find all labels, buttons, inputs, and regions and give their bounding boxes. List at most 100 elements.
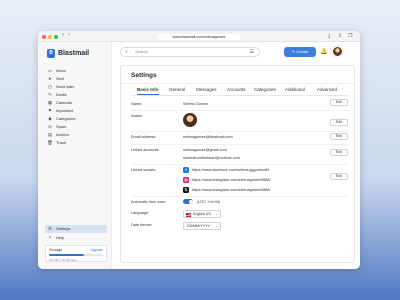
tab-general[interactable]: General <box>169 86 185 94</box>
social-link[interactable]: https://www.facebook.com/selena.gggomez8… <box>192 168 269 172</box>
back-arrow-icon[interactable]: ‹ <box>62 32 64 38</box>
gear-icon: ⚙ <box>47 226 53 231</box>
divider <box>131 131 349 132</box>
instagram-icon: ◎ <box>183 177 189 183</box>
sidebar-item-label: Categories <box>56 116 76 121</box>
archive-icon: ▤ <box>47 132 53 137</box>
sidebar-item-trash[interactable]: 🗑 Trash <box>47 139 107 147</box>
timezone-label: Automatic time zone: <box>131 200 167 204</box>
sidebar-item-calendar[interactable]: ▦ Calendar <box>47 99 107 107</box>
app-window: ‹ › www.blastmail.com/selenagomez ⤓ ⇪ ❐ … <box>38 31 360 269</box>
language-value: English US <box>193 212 211 216</box>
sidebar-item-inbox[interactable]: ▭ Inbox <box>47 67 107 75</box>
divider <box>121 83 354 84</box>
email-value: selenagomez@blastmail.com <box>183 135 233 139</box>
spam-icon: ⊘ <box>48 124 52 129</box>
create-button-label: Create <box>296 49 309 54</box>
sidebar: B Blastmail ▭ Inbox ➤ Sent ◷ Send later … <box>38 42 112 269</box>
dateformat-select[interactable]: DD/MM/YYYY ⌄ <box>183 222 221 230</box>
edit-linked-accounts-button[interactable]: Edit <box>330 149 348 156</box>
upgrade-link[interactable]: Upgrade <box>90 248 103 252</box>
url-bar[interactable]: www.blastmail.com/selenagomez <box>158 33 240 40</box>
sidebar-item-sent[interactable]: ➤ Sent <box>47 75 107 83</box>
tab-advanced[interactable]: Advanced <box>317 86 337 94</box>
sidebar-item-label: Send later <box>56 84 75 89</box>
sidebar-item-archive[interactable]: ▤ Archive <box>47 131 107 139</box>
social-link[interactable]: https://www.instagram.com/selenagomez988… <box>192 178 271 182</box>
avatar[interactable] <box>332 46 343 57</box>
avatar-label: Avatar: <box>131 114 143 118</box>
chevron-down-icon: ⌄ <box>214 212 218 216</box>
sidebar-item-label: Archive <box>56 132 70 137</box>
tabs-icon[interactable]: ❐ <box>348 33 352 39</box>
timezone-value: (UTC +04:00) <box>197 200 221 204</box>
sidebar-item-label: Settings <box>56 226 71 231</box>
sidebar-item-drafts[interactable]: ✎ Drafts <box>47 91 107 99</box>
logo-icon: B <box>47 49 55 58</box>
maximize-window-button[interactable] <box>54 34 58 39</box>
forward-arrow-icon[interactable]: › <box>68 32 70 38</box>
sidebar-item-settings[interactable]: ⚙ Settings <box>45 225 107 233</box>
trash-icon: 🗑 <box>47 140 53 145</box>
sidebar-item-important[interactable]: ⚑ Important <box>47 107 107 115</box>
close-window-button[interactable] <box>42 34 46 39</box>
clock-icon: ◷ <box>48 84 52 89</box>
storage-progress-fill <box>49 254 85 256</box>
tabs-divider <box>131 95 349 96</box>
page-title: Settings <box>131 72 157 79</box>
storage-widget: Storage Upgrade 9.6 GB of 15 GB used <box>45 245 107 262</box>
facebook-icon: f <box>183 167 189 173</box>
bell-icon[interactable]: 🔔 <box>320 47 327 57</box>
calendar-icon: ▦ <box>47 100 53 105</box>
tab-basic-info[interactable]: Basic Info <box>137 86 159 95</box>
social-link[interactable]: https://www.instagram.com/selenagomez988… <box>192 188 271 192</box>
search-icon: ⌕ <box>125 49 128 55</box>
tab-additional[interactable]: Additional <box>285 86 305 94</box>
edit-avatar-button[interactable]: Edit <box>330 119 348 126</box>
divider <box>131 144 349 145</box>
divider <box>131 196 349 197</box>
create-button[interactable]: ✎ Create <box>284 47 316 57</box>
download-icon[interactable]: ⤓ <box>328 33 330 39</box>
sidebar-item-categories[interactable]: ◆ Categories <box>47 115 107 123</box>
sidebar-item-label: Inbox <box>56 68 66 73</box>
linked-accounts-label: Linked accounts: <box>131 148 160 152</box>
us-flag-icon <box>186 212 191 217</box>
dateformat-label: Date format: <box>131 223 152 227</box>
dateformat-value: DD/MM/YYYY <box>187 224 210 228</box>
sidebar-item-help[interactable]: ? Help <box>47 234 107 242</box>
settings-panel: Settings Basic Info General Messages Acc… <box>120 65 355 263</box>
sidebar-item-label: Sent <box>56 76 65 81</box>
storage-summary: 9.6 GB of 15 GB used <box>49 257 77 262</box>
tab-messages[interactable]: Messages <box>196 86 217 94</box>
help-icon: ? <box>48 235 52 240</box>
edit-name-button[interactable]: Edit <box>330 99 348 106</box>
sidebar-item-send-later[interactable]: ◷ Send later <box>47 83 107 91</box>
tab-categories[interactable]: Categories <box>254 86 276 94</box>
email-label: Email address: <box>131 135 157 139</box>
divider <box>131 164 349 165</box>
edit-email-button[interactable]: Edit <box>330 133 348 140</box>
sidebar-item-spam[interactable]: ⊘ Spam <box>47 123 107 131</box>
linked-account-item: selenagomez@gmail.com <box>183 148 227 152</box>
name-label: Name: <box>131 102 143 106</box>
x-icon: 𝕏 <box>183 187 189 193</box>
search-input[interactable]: Search <box>135 48 148 56</box>
storage-progress-bar <box>49 254 104 256</box>
toggle-knob <box>188 199 193 204</box>
sidebar-item-label: Important <box>56 108 73 113</box>
important-icon: ⚑ <box>47 108 53 113</box>
draft-icon: ✎ <box>48 92 52 97</box>
storage-title: Storage <box>49 248 63 252</box>
edit-socials-button[interactable]: Edit <box>330 173 348 180</box>
tab-accounts[interactable]: Accounts <box>227 86 246 94</box>
search-bar[interactable]: ⌕ Search ☰ <box>120 47 260 57</box>
send-icon: ➤ <box>48 76 52 81</box>
filter-icon[interactable]: ☰ <box>250 49 254 55</box>
timezone-toggle[interactable] <box>183 199 193 204</box>
share-icon[interactable]: ⇪ <box>338 33 342 39</box>
app-name: Blastmail <box>58 50 90 57</box>
minimize-window-button[interactable] <box>48 34 52 39</box>
language-select[interactable]: English US ⌄ <box>183 210 221 218</box>
name-value: Selena Gomez <box>183 102 209 106</box>
